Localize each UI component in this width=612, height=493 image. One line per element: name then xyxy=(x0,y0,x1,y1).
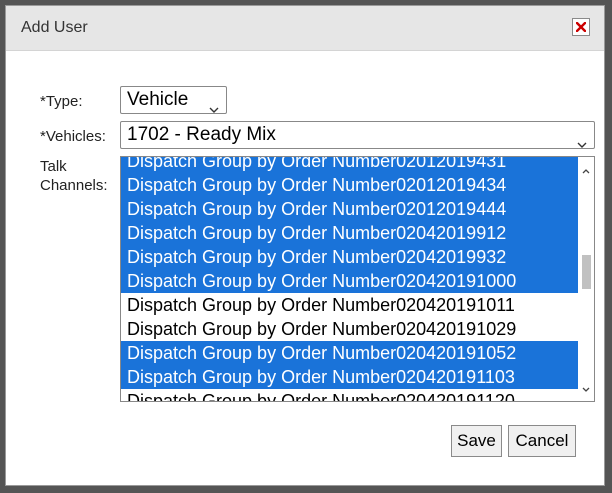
talk-channels-label-line1: Talk xyxy=(40,158,67,175)
list-item[interactable]: Dispatch Group by Order Number0204201911… xyxy=(121,389,578,401)
talk-channels-listbox[interactable]: Dispatch Group by Order Number0201201943… xyxy=(120,156,595,402)
list-item[interactable]: Dispatch Group by Order Number0204201910… xyxy=(121,341,578,365)
list-item[interactable]: Dispatch Group by Order Number0204201991… xyxy=(121,221,578,245)
add-user-dialog: Add User *Type: Vehicle *Vehicles: 1702 … xyxy=(5,5,605,486)
list-item[interactable]: Dispatch Group by Order Number0204201911… xyxy=(121,365,578,389)
talk-channels-label-line2: Channels: xyxy=(40,177,108,194)
close-button[interactable] xyxy=(572,18,590,36)
chevron-down-icon xyxy=(209,96,219,122)
vehicles-select-value: 1702 - Ready Mix xyxy=(127,124,276,145)
list-item[interactable]: Dispatch Group by Order Number0204201910… xyxy=(121,293,578,317)
chevron-up-icon[interactable] xyxy=(582,161,590,179)
list-item[interactable]: Dispatch Group by Order Number0201201943… xyxy=(121,173,578,197)
dialog-titlebar: Add User xyxy=(6,6,604,51)
talk-channels-list: Dispatch Group by Order Number0201201943… xyxy=(121,157,578,401)
vehicles-select[interactable]: 1702 - Ready Mix xyxy=(120,121,595,149)
scrollbar-thumb[interactable] xyxy=(582,255,591,289)
listbox-scrollbar[interactable] xyxy=(578,157,594,401)
dialog-title: Add User xyxy=(21,19,88,36)
list-item[interactable]: Dispatch Group by Order Number0204201910… xyxy=(121,269,578,293)
type-select[interactable]: Vehicle xyxy=(120,86,227,114)
list-item[interactable]: Dispatch Group by Order Number0201201943… xyxy=(121,157,578,173)
list-item[interactable]: Dispatch Group by Order Number0201201944… xyxy=(121,197,578,221)
list-item[interactable]: Dispatch Group by Order Number0204201993… xyxy=(121,245,578,269)
save-button[interactable]: Save xyxy=(451,425,502,457)
chevron-down-icon[interactable] xyxy=(582,379,590,397)
cancel-button[interactable]: Cancel xyxy=(508,425,576,457)
close-icon xyxy=(576,22,586,32)
type-label: *Type: xyxy=(40,93,83,110)
vehicles-label: *Vehicles: xyxy=(40,128,106,145)
chevron-down-icon xyxy=(577,131,587,157)
type-select-value: Vehicle xyxy=(127,89,189,110)
list-item[interactable]: Dispatch Group by Order Number0204201910… xyxy=(121,317,578,341)
